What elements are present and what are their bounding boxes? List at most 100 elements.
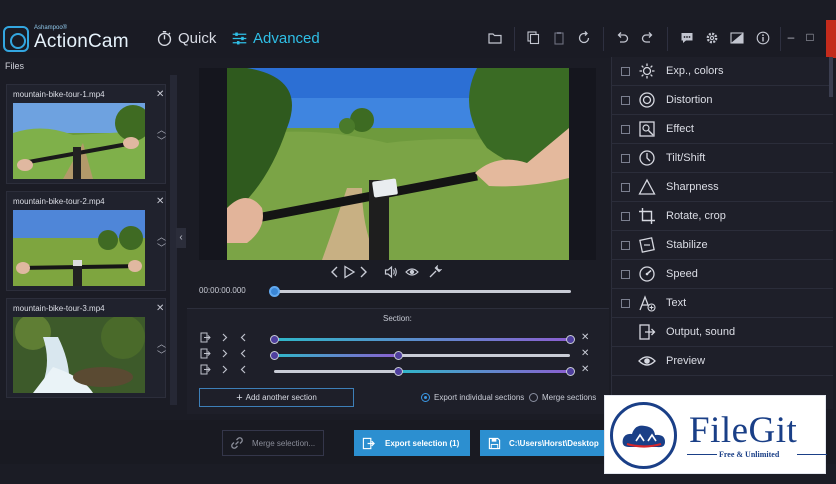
triangle-icon — [638, 178, 656, 196]
section-end-handle[interactable] — [565, 335, 575, 344]
section-start-handle[interactable] — [393, 367, 403, 376]
section-range[interactable] — [398, 370, 570, 373]
reorder-arrows[interactable]: ︿ ﹀ — [157, 232, 166, 254]
section-end-handle[interactable] — [393, 351, 403, 360]
info-icon[interactable] — [756, 31, 770, 45]
link-icon — [231, 437, 243, 449]
watermark-subtitle: Free & Unlimited — [719, 450, 780, 459]
radio-unselected-icon — [529, 393, 538, 402]
filegit-watermark: FileGit Free & Unlimited — [604, 395, 827, 474]
copy-icon[interactable] — [526, 31, 540, 45]
playhead-handle[interactable] — [269, 286, 280, 297]
effect-checkbox[interactable] — [621, 182, 630, 192]
undo-icon[interactable] — [615, 31, 629, 45]
remove-section-icon[interactable]: ✕ — [581, 348, 589, 359]
section-end-handle[interactable] — [565, 367, 575, 376]
reorder-arrows[interactable]: ︿ ﹀ — [157, 125, 166, 147]
merge-selection-button[interactable]: Merge selection... — [222, 430, 324, 456]
section-row-controls[interactable] — [200, 348, 249, 359]
collapse-panel-button[interactable]: ‹ — [176, 228, 186, 248]
section-row-controls[interactable] — [200, 332, 249, 343]
effect-item-preview[interactable]: Preview — [611, 347, 833, 376]
remove-file-icon[interactable]: ✕ — [156, 89, 164, 100]
effect-checkbox[interactable] — [621, 211, 630, 221]
remove-section-icon[interactable]: ✕ — [581, 332, 589, 343]
video-preview[interactable] — [227, 68, 569, 260]
jump-to-icon[interactable] — [200, 364, 211, 375]
export-individual-radio[interactable]: Export individual sections — [421, 393, 524, 402]
next-frame-icon[interactable] — [356, 265, 370, 281]
effect-item-exp-colors[interactable]: Exp., colors — [611, 57, 833, 86]
file-thumbnail — [13, 210, 145, 286]
effect-item-sharpness[interactable]: Sharpness — [611, 173, 833, 202]
redo-icon[interactable] — [641, 31, 655, 45]
chevron-right-icon[interactable] — [219, 364, 230, 375]
effect-item-output-sound[interactable]: Output, sound — [611, 318, 833, 347]
sliders-icon — [232, 32, 247, 45]
effect-item-speed[interactable]: Speed — [611, 260, 833, 289]
jump-to-icon[interactable] — [200, 332, 211, 343]
previous-frame-icon[interactable] — [328, 265, 342, 281]
folder-icon[interactable] — [488, 31, 502, 45]
effect-checkbox[interactable] — [621, 66, 630, 76]
effect-item-distortion[interactable]: Distortion — [611, 86, 833, 115]
effect-checkbox[interactable] — [621, 240, 630, 250]
section-range[interactable] — [274, 338, 570, 341]
file-thumbnail — [13, 103, 145, 179]
skin-icon[interactable] — [730, 31, 744, 45]
jump-to-icon[interactable] — [200, 348, 211, 359]
remove-section-icon[interactable]: ✕ — [581, 364, 589, 375]
save-disk-icon — [488, 437, 501, 449]
export-selection-button[interactable]: Export selection (1) — [354, 430, 470, 456]
merge-selection-label: Merge selection... — [252, 438, 316, 448]
effect-item-rotate-crop[interactable]: Rotate, crop — [611, 202, 833, 231]
maximize-button[interactable]: □ — [802, 30, 818, 44]
section-range[interactable] — [274, 354, 399, 357]
file-item[interactable]: mountain-bike-tour-3.mp4 ✕ ︿ ﹀ — [6, 298, 166, 398]
effect-item-stabilize[interactable]: Stabilize — [611, 231, 833, 260]
section-row-controls[interactable] — [200, 364, 249, 375]
chevron-right-icon[interactable] — [219, 332, 230, 343]
add-section-button[interactable]: + Add another section — [199, 388, 354, 407]
magic-effect-icon — [638, 120, 656, 138]
minimize-button[interactable]: – — [783, 30, 799, 44]
actioncam-logo-icon — [3, 26, 29, 52]
effect-checkbox[interactable] — [621, 269, 630, 279]
sun-icon — [638, 62, 656, 80]
file-item[interactable]: mountain-bike-tour-1.mp4 ✕ ︿ ﹀ — [6, 84, 166, 184]
section-start-handle[interactable] — [269, 335, 279, 344]
effect-checkbox[interactable] — [621, 153, 630, 163]
timeline-track[interactable] — [273, 290, 571, 293]
paste-icon[interactable] — [552, 31, 566, 45]
reset-icon[interactable] — [577, 31, 591, 45]
effect-checkbox[interactable] — [621, 298, 630, 308]
remove-file-icon[interactable]: ✕ — [156, 303, 164, 314]
chevron-left-icon[interactable] — [238, 332, 249, 343]
chevron-left-icon[interactable] — [238, 364, 249, 375]
file-item[interactable]: mountain-bike-tour-2.mp4 ✕ ︿ ﹀ — [6, 191, 166, 291]
output-icon — [638, 323, 656, 341]
chevron-right-icon[interactable] — [219, 348, 230, 359]
advanced-mode-button[interactable]: Advanced — [231, 30, 320, 47]
export-icon — [362, 437, 375, 449]
effect-item-tilt-shift[interactable]: Tilt/Shift — [611, 144, 833, 173]
play-icon[interactable] — [342, 265, 356, 281]
effect-checkbox[interactable] — [621, 95, 630, 105]
volume-icon[interactable] — [384, 265, 398, 281]
section-start-handle[interactable] — [269, 351, 279, 360]
effects-scrollbar[interactable] — [829, 57, 833, 97]
close-button[interactable] — [826, 20, 836, 58]
gear-icon[interactable] — [705, 31, 719, 45]
quick-mode-button[interactable]: Quick — [156, 30, 216, 47]
preview-eye-icon[interactable] — [405, 265, 419, 281]
feedback-icon[interactable] — [680, 31, 694, 45]
remove-file-icon[interactable]: ✕ — [156, 196, 164, 207]
effect-checkbox[interactable] — [621, 124, 630, 134]
wrench-icon[interactable] — [428, 264, 443, 281]
output-path-button[interactable]: C:\Users\Horst\Desktop — [480, 430, 610, 456]
effect-item-effect[interactable]: Effect — [611, 115, 833, 144]
chevron-left-icon[interactable] — [238, 348, 249, 359]
merge-sections-radio[interactable]: Merge sections — [529, 393, 596, 402]
reorder-arrows[interactable]: ︿ ﹀ — [157, 339, 166, 361]
effect-item-text[interactable]: Text — [611, 289, 833, 318]
